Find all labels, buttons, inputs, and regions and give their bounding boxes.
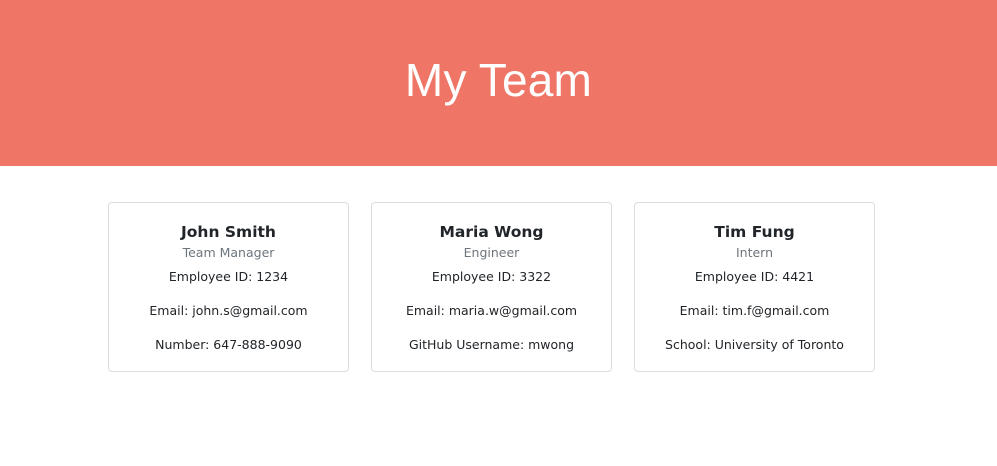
team-cards: John Smith Team Manager Employee ID: 123… <box>0 166 997 466</box>
employee-school: School: University of Toronto <box>665 337 844 352</box>
employee-name: Maria Wong <box>439 223 544 241</box>
employee-card-manager: John Smith Team Manager Employee ID: 123… <box>108 202 349 372</box>
page-title: My Team <box>404 54 593 106</box>
page-header: My Team <box>0 0 997 166</box>
employee-office-number: Number: 647-888-9090 <box>155 337 302 352</box>
employee-role: Intern <box>735 245 774 260</box>
employee-role: Engineer <box>463 245 520 260</box>
employee-card-intern: Tim Fung Intern Employee ID: 4421 Email:… <box>634 202 875 372</box>
employee-card-engineer: Maria Wong Engineer Employee ID: 3322 Em… <box>371 202 612 372</box>
employee-email: Email: maria.w@gmail.com <box>405 303 578 318</box>
employee-role: Team Manager <box>182 245 275 260</box>
employee-id: Employee ID: 3322 <box>431 269 552 284</box>
employee-id: Employee ID: 4421 <box>694 269 815 284</box>
employee-name: John Smith <box>181 223 276 241</box>
employee-email: Email: john.s@gmail.com <box>149 303 308 318</box>
employee-name: Tim Fung <box>714 223 795 241</box>
employee-id: Employee ID: 1234 <box>168 269 289 284</box>
employee-github: GitHub Username: mwong <box>408 337 575 352</box>
employee-email: Email: tim.f@gmail.com <box>679 303 830 318</box>
